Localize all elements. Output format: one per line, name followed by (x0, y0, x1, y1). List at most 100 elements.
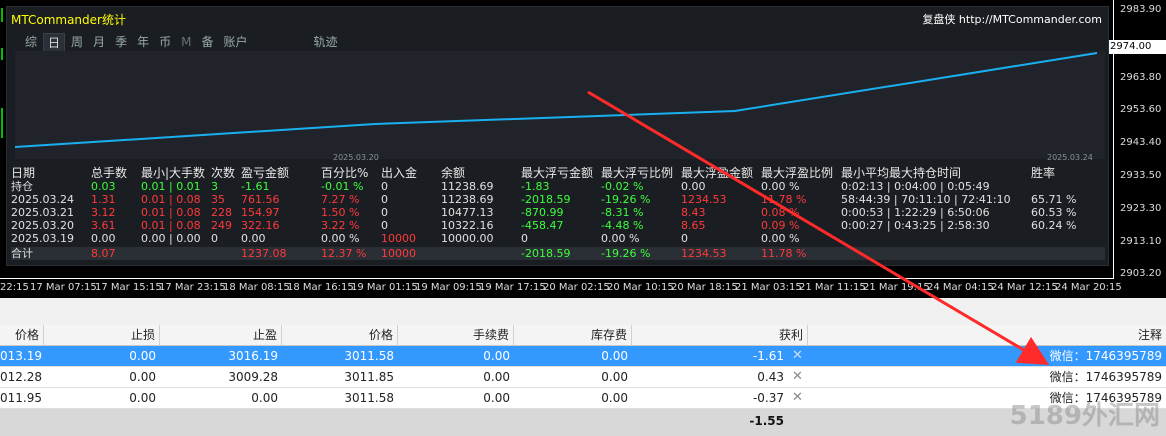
cell-date: 2025.03.21 (11, 206, 74, 219)
cell-total-pct: 12.37 % (321, 247, 367, 260)
time-label: 24 Mar 04:15 (927, 282, 994, 293)
cell-tp: 3009.28 (228, 370, 278, 384)
time-label: 24 Mar 12:15 (991, 282, 1058, 293)
cell-swap: 0.00 (601, 349, 628, 363)
tab-track[interactable]: 轨迹 (310, 33, 342, 53)
cell-maxlosspct: -19.26 % (601, 193, 651, 206)
col-open-price[interactable]: 价格 (0, 325, 44, 345)
col-profit[interactable]: 获利 (632, 325, 808, 345)
cell-pnl: -1.61 (241, 180, 270, 193)
cell-maxprofit: 8.43 (681, 206, 706, 219)
col-swap[interactable]: 库存费 (514, 325, 632, 345)
site-link[interactable]: 复盘侠 http://MTCommander.com (922, 11, 1102, 27)
indicator-bar (1, 8, 3, 22)
cell-price: 3011.58 (344, 391, 394, 405)
price-label: 2913.10 (1120, 236, 1162, 247)
price-label: 2983.90 (1120, 4, 1162, 15)
col-comment[interactable]: 注释 (808, 325, 1166, 345)
current-price-label: 2974.00 (1104, 40, 1166, 54)
cell-pnl: 0.00 (241, 232, 266, 245)
mtcommander-stats-panel: MTCommander统计 复盘侠 http://MTCommander.com… (6, 6, 1109, 266)
cell-total-maxloss: -2018.59 (521, 247, 571, 260)
time-axis[interactable]: 22:15 17 Mar 07:15 17 Mar 15:15 17 Mar 2… (0, 279, 1122, 299)
cell-total-pnl: 1237.08 (241, 247, 287, 260)
order-row[interactable]: 011.95 0.00 0.00 3011.58 0.00 0.00 -0.37… (0, 388, 1166, 409)
col-maxloss: 最大浮亏金额 (521, 166, 594, 180)
cell-count: 0 (211, 232, 218, 245)
cell-commission: 0.00 (483, 349, 510, 363)
price-label: 2943.40 (1120, 137, 1162, 148)
col-price[interactable]: 价格 (282, 325, 398, 345)
tab-week[interactable]: 周 (67, 33, 87, 53)
cell-pct: 7.27 % (321, 193, 360, 206)
cell-profit: 0.43 (757, 370, 784, 384)
close-order-icon[interactable]: ✕ (792, 388, 803, 408)
close-order-icon[interactable]: ✕ (792, 367, 803, 387)
cell-swap: 0.00 (601, 370, 628, 384)
price-label: 2963.80 (1120, 72, 1162, 83)
col-count: 次数 (211, 166, 236, 180)
cell-sl: 0.00 (129, 349, 156, 363)
cell-hold: 0:00:27 | 0:43:25 | 2:58:30 (841, 219, 990, 232)
tab-account[interactable]: 账户 (219, 33, 251, 53)
cell-inout: 10000 (381, 232, 416, 245)
cell-maxprofit: 8.65 (681, 219, 706, 232)
col-maxlosspct: 最大浮亏比例 (601, 166, 674, 180)
cell-profit: -1.61 (752, 349, 784, 363)
cell-win: 60.24 % (1031, 219, 1077, 232)
cell-open-price: 013.19 (0, 349, 42, 363)
time-label: 17 Mar 07:15 (30, 282, 97, 293)
cell-lots: 0.03 (91, 180, 116, 193)
col-maxprofitpct: 最大浮盈比例 (761, 166, 834, 180)
stats-row-0319: 2025.03.19 0.00 0.00 | 0.00 0 0.00 0.00 … (11, 232, 1105, 245)
close-order-icon[interactable]: ✕ (792, 346, 803, 366)
cell-date: 2025.03.20 (11, 219, 74, 232)
watermark-logo: 5189外汇网 (1009, 401, 1160, 431)
cell-commission: 0.00 (483, 391, 510, 405)
col-inout: 出入金 (381, 166, 418, 180)
order-row[interactable]: 012.28 0.00 3009.28 3011.85 0.00 0.00 0.… (0, 367, 1166, 388)
col-commission[interactable]: 手续费 (398, 325, 514, 345)
time-label: 18 Mar 08:15 (223, 282, 290, 293)
cell-maxprofit: 0.00 (681, 180, 706, 193)
cell-sl: 0.00 (129, 391, 156, 405)
cell-maxprofitpct: 0.00 % (761, 232, 800, 245)
tab-quarter[interactable]: 季 (111, 33, 131, 53)
col-tp[interactable]: 止盈 (160, 325, 282, 345)
cell-minmax: 0.01 | 0.08 (141, 206, 201, 219)
stats-row-0324: 2025.03.24 1.31 0.01 | 0.08 35 761.56 7.… (11, 193, 1105, 206)
col-date: 日期 (11, 166, 36, 180)
cell-minmax: 0.01 | 0.08 (141, 219, 201, 232)
tab-note[interactable]: 备 (197, 33, 217, 53)
indicator-bar (1, 48, 3, 60)
cell-count: 3 (211, 180, 218, 193)
orders-header-row: 价格 止损 止盈 价格 手续费 库存费 获利 注释 (0, 325, 1166, 346)
col-sl[interactable]: 止损 (44, 325, 160, 345)
time-label: 21 Mar 19:15 (863, 282, 930, 293)
col-pnl: 盈亏金额 (241, 166, 290, 180)
col-pct: 百分比% (321, 166, 369, 180)
cell-pnl: 322.16 (241, 219, 280, 232)
cell-maxprofitpct: 0.09 % (761, 219, 800, 232)
col-minmax: 最小|大手数 (141, 166, 206, 180)
tab-m[interactable]: M (177, 33, 195, 53)
order-row[interactable]: 013.19 0.00 3016.19 3011.58 0.00 0.00 -1… (0, 346, 1166, 367)
cell-sl: 0.00 (129, 370, 156, 384)
price-label: 2953.60 (1120, 104, 1162, 115)
site-url[interactable]: http://MTCommander.com (959, 13, 1102, 26)
cell-hold: 0:00:53 | 1:22:29 | 6:50:06 (841, 206, 990, 219)
time-label: 17 Mar 23:15 (159, 282, 226, 293)
tab-month[interactable]: 月 (89, 33, 109, 53)
tab-currency[interactable]: 币 (155, 33, 175, 53)
tab-summary[interactable]: 综 (21, 33, 41, 53)
price-chart[interactable]: 2983.90 2963.80 2953.60 2943.40 2933.50 … (0, 0, 1166, 298)
tab-year[interactable]: 年 (133, 33, 153, 53)
cell-price: 3011.85 (344, 370, 394, 384)
cell-total-label: 合计 (11, 247, 33, 260)
cell-minmax: 0.01 | 0.08 (141, 193, 201, 206)
site-cn-label: 复盘侠 (922, 13, 956, 26)
period-tabs: 综 日 周 月 季 年 币 M 备 账户 轨迹 (21, 33, 344, 53)
cell-balance: 10000.00 (441, 232, 494, 245)
cell-open-price: 011.95 (0, 391, 42, 405)
tab-day[interactable]: 日 (43, 33, 66, 53)
